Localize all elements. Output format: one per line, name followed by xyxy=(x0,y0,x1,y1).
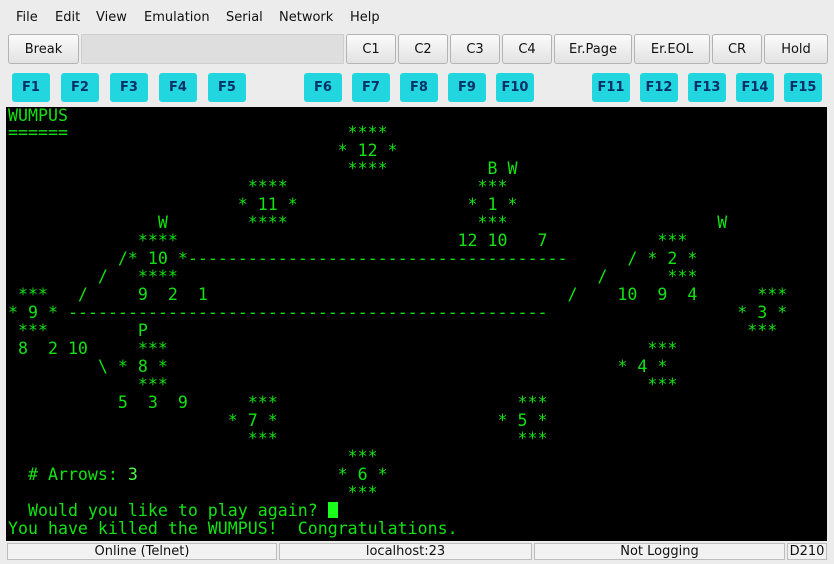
status-bar: Online (Telnet) localhost:23 Not Logging… xyxy=(0,541,834,564)
terminal-line: / **** / *** xyxy=(8,267,698,286)
terminal-line: *** P *** xyxy=(8,321,778,340)
terminal-line: * 12 * xyxy=(8,141,398,160)
text-cursor xyxy=(327,502,338,518)
f6-key[interactable]: F6 xyxy=(304,73,342,102)
congratulations-line: You have killed the WUMPUS! Congratulati… xyxy=(8,519,458,538)
terminal-line: /* 10 *---------------------------------… xyxy=(8,249,698,268)
erase-page-button[interactable]: Er.Page xyxy=(554,34,632,64)
terminal-line: *** *** xyxy=(8,429,548,448)
terminal-line: *** xyxy=(8,483,378,502)
terminal-line: \ * 8 * * 4 * xyxy=(8,357,668,376)
hold-button[interactable]: Hold xyxy=(764,34,828,64)
f11-key[interactable]: F11 xyxy=(592,73,630,102)
c1-button[interactable]: C1 xyxy=(346,34,396,64)
break-button[interactable]: Break xyxy=(8,34,79,64)
f9-key[interactable]: F9 xyxy=(448,73,486,102)
terminal-line: * 6 * xyxy=(8,465,388,484)
toolbar-spacer-field xyxy=(81,34,344,64)
prompt-line: Would you like to play again? xyxy=(8,502,338,520)
f2-key[interactable]: F2 xyxy=(61,73,99,102)
erase-eol-button[interactable]: Er.EOL xyxy=(634,34,710,64)
f3-key[interactable]: F3 xyxy=(110,73,148,102)
connection-status: Online (Telnet) xyxy=(7,543,277,560)
terminal-line: **** 12 10 7 *** xyxy=(8,231,688,250)
f1-key[interactable]: F1 xyxy=(12,73,50,102)
c2-button[interactable]: C2 xyxy=(398,34,448,64)
menu-network[interactable]: Network xyxy=(279,10,333,25)
terminal-line: *** *** xyxy=(8,375,678,394)
command-toolbar: Break C1 C2 C3 C4 Er.Page Er.EOL CR Hold xyxy=(0,31,834,68)
f5-key[interactable]: F5 xyxy=(208,73,246,102)
f4-key[interactable]: F4 xyxy=(159,73,197,102)
terminal-line: W **** *** W xyxy=(8,213,728,232)
c3-button[interactable]: C3 xyxy=(450,34,500,64)
menu-view[interactable]: View xyxy=(96,10,127,25)
function-key-bar: F1 F2 F3 F4 F5 F6 F7 F8 F9 F10 F11 F12 F… xyxy=(0,68,834,107)
terminal-line: **** *** xyxy=(8,177,508,196)
c4-button[interactable]: C4 xyxy=(502,34,552,64)
menu-help[interactable]: Help xyxy=(350,10,380,25)
terminal-line: * 7 * * 5 * xyxy=(8,411,548,430)
terminal-screen[interactable]: WUMPUS ====== **** * 12 * **** B W **** xyxy=(6,107,827,541)
terminal-line: **** xyxy=(8,123,388,142)
f14-key[interactable]: F14 xyxy=(736,73,774,102)
host-status: localhost:23 xyxy=(279,543,532,560)
terminal-line: * 11 * * 1 * xyxy=(8,195,518,214)
f15-key[interactable]: F15 xyxy=(784,73,822,102)
play-again-prompt: Would you like to play again? xyxy=(8,501,328,520)
terminal-line: *** xyxy=(8,447,378,466)
terminal-model-status: D210 xyxy=(787,543,827,560)
terminal-line: * 9 * ----------------------------------… xyxy=(8,303,788,322)
menu-edit[interactable]: Edit xyxy=(55,10,80,25)
f12-key[interactable]: F12 xyxy=(640,73,678,102)
f7-key[interactable]: F7 xyxy=(352,73,390,102)
cr-button[interactable]: CR xyxy=(712,34,762,64)
f8-key[interactable]: F8 xyxy=(400,73,438,102)
menu-serial[interactable]: Serial xyxy=(226,10,263,25)
f13-key[interactable]: F13 xyxy=(688,73,726,102)
terminal-line: 5 3 9 *** *** xyxy=(8,393,548,412)
terminal-line: 8 2 10 *** *** xyxy=(8,339,678,358)
menu-file[interactable]: File xyxy=(16,10,38,25)
menu-bar: File Edit View Emulation Serial Network … xyxy=(0,0,834,31)
terminal-line: **** B W xyxy=(8,159,518,178)
menu-emulation[interactable]: Emulation xyxy=(144,10,210,25)
terminal-line: *** / 9 2 1 / 10 9 4 *** xyxy=(8,285,788,304)
f10-key[interactable]: F10 xyxy=(496,73,534,102)
logging-status: Not Logging xyxy=(534,543,785,560)
